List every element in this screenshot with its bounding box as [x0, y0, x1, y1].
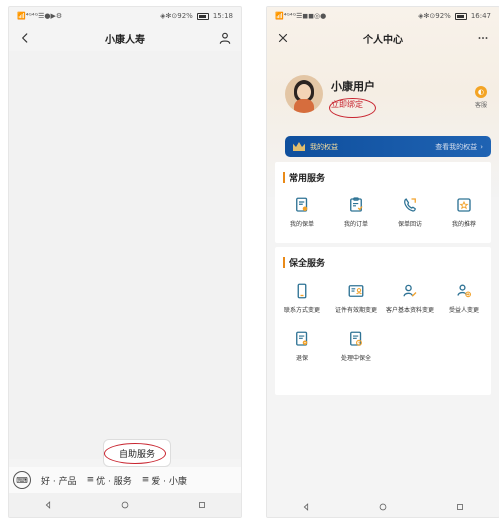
rights-title: 我的权益 [310, 142, 338, 151]
battery-icon [196, 12, 209, 20]
id-card-icon [347, 282, 365, 300]
home-circle-icon[interactable] [120, 500, 130, 510]
back-button[interactable] [18, 31, 32, 45]
chevron-right-icon: › [480, 142, 483, 151]
profile-name: 小康用户 [331, 80, 375, 93]
service-surrender[interactable]: 退保 [275, 330, 329, 362]
service-contact-change-label: 联系方式变更 [283, 307, 320, 314]
service-my-recommendation-label: 我的推荐 [451, 221, 476, 228]
rights-link[interactable]: 查看我的权益 [435, 142, 477, 152]
menu-separator-icon: ≡ [86, 475, 95, 485]
keyboard-icon[interactable]: ⌨ [13, 471, 31, 489]
avatar [285, 75, 323, 113]
service-profile-change[interactable]: 客户基本资料变更 [383, 282, 437, 314]
rights-card[interactable]: 我的权益 查看我的权益 › [285, 136, 491, 157]
menu-separator-icon: ≡ [141, 475, 150, 485]
security-services-section: 保全服务 联系方式变更 证件有效期变更 客户基本资料变更 受益人变更 退保 处理… [275, 247, 491, 395]
service-contact-change[interactable]: 联系方式变更 [275, 282, 329, 314]
square-icon[interactable] [197, 500, 207, 510]
service-id-validity-change-label: 证件有效期变更 [334, 307, 377, 314]
phone-callback-icon [401, 196, 419, 214]
close-icon [278, 33, 288, 43]
common-services-section: 常用服务 我的保单 我的订单 保单回访 我的推荐 [275, 162, 491, 243]
menu-products[interactable]: 好 · 产品 [41, 474, 77, 487]
customer-service-button[interactable]: ◐ 客服 [474, 86, 487, 109]
orders-icon [347, 196, 365, 214]
headset-icon: ◐ [474, 86, 487, 98]
bottom-menu: ⌨ 好 · 产品 ≡ 优 · 服务 ≡ 爱 · 小康 [9, 467, 241, 493]
back-icon [22, 33, 28, 43]
accent-bar [283, 172, 285, 183]
menu-love-label: 爱 · 小康 [151, 476, 187, 487]
more-button[interactable] [476, 31, 490, 45]
close-button[interactable] [276, 31, 290, 45]
status-time: 16:47 [470, 11, 491, 20]
service-my-policy-label: 我的保单 [289, 221, 314, 228]
webview-content [9, 51, 241, 459]
status-bar: 📶⁴ᴳ⁴ᴳ☰◼◼◎● ◈✻⊙92% 16:47 [267, 7, 499, 25]
title-bar: 小康人寿 [9, 25, 241, 51]
common-services-title: 常用服务 [283, 171, 325, 184]
system-nav-bar [9, 493, 241, 517]
service-my-orders-label: 我的订单 [343, 221, 368, 228]
user-edit-icon [401, 282, 419, 300]
customer-service-label: 客服 [474, 102, 487, 109]
bind-now-link[interactable]: 立即绑定 [331, 99, 375, 110]
self-service-button[interactable]: 自助服务 [103, 439, 171, 467]
service-my-recommendation[interactable]: 我的推荐 [437, 196, 491, 228]
battery-icon [454, 12, 467, 20]
security-services-title: 保全服务 [283, 256, 325, 269]
service-policy-revisit[interactable]: 保单回访 [383, 196, 437, 228]
service-my-orders[interactable]: 我的订单 [329, 196, 383, 228]
mobile-icon [293, 282, 311, 300]
policy-icon [293, 196, 311, 214]
service-beneficiary-change-label: 受益人变更 [448, 307, 479, 314]
service-policy-revisit-label: 保单回访 [397, 221, 422, 228]
beneficiary-icon [455, 282, 473, 300]
menu-products-label: 好 · 产品 [41, 476, 77, 487]
processing-icon [347, 330, 365, 348]
square-icon[interactable] [455, 502, 465, 512]
user-icon [219, 32, 231, 44]
common-services-title-text: 常用服务 [289, 174, 326, 184]
crown-icon [293, 142, 305, 151]
home-circle-icon[interactable] [378, 502, 388, 512]
back-triangle-icon[interactable] [301, 502, 311, 512]
left-phone: 📶⁴ᴳ⁴ᴳ☰●▶⚙ ◈✻⊙92% 15:18 小康人寿 自助服务 ⌨ 好 · 产… [8, 6, 242, 518]
profile-button[interactable] [218, 31, 232, 45]
menu-love[interactable]: ≡ 爱 · 小康 [142, 474, 187, 487]
service-processing-label: 处理中保全 [340, 355, 371, 363]
right-phone: 📶⁴ᴳ⁴ᴳ☰◼◼◎● ◈✻⊙92% 16:47 个人中心 小康用户 立即绑定 ◐… [266, 6, 499, 518]
menu-services-label: 优 · 服务 [96, 476, 132, 487]
surrender-icon [293, 330, 311, 348]
service-my-policy[interactable]: 我的保单 [275, 196, 329, 228]
page-title: 个人中心 [363, 34, 403, 46]
status-time: 15:18 [212, 11, 233, 20]
security-services-title-text: 保全服务 [289, 259, 326, 269]
service-beneficiary-change[interactable]: 受益人变更 [437, 282, 491, 314]
status-bar: 📶⁴ᴳ⁴ᴳ☰●▶⚙ ◈✻⊙92% 15:18 [9, 7, 241, 25]
service-id-validity-change[interactable]: 证件有效期变更 [329, 282, 383, 314]
back-triangle-icon[interactable] [43, 500, 53, 510]
more-icon [478, 37, 488, 39]
menu-services[interactable]: ≡ 优 · 服务 [87, 474, 132, 487]
status-right: ◈✻⊙92% [418, 11, 451, 20]
system-nav-bar [267, 497, 499, 517]
service-surrender-label: 退保 [295, 355, 308, 363]
recommend-icon [455, 196, 473, 214]
status-right: ◈✻⊙92% [160, 11, 193, 20]
profile-block: 小康用户 立即绑定 [285, 75, 375, 113]
status-left: 📶⁴ᴳ⁴ᴳ☰●▶⚙ [17, 11, 63, 20]
accent-bar [283, 257, 285, 268]
right-page: 📶⁴ᴳ⁴ᴳ☰◼◼◎● ◈✻⊙92% 16:47 个人中心 小康用户 立即绑定 ◐… [267, 7, 499, 517]
title-bar: 个人中心 [267, 25, 499, 51]
service-processing[interactable]: 处理中保全 [329, 330, 383, 362]
page-title: 小康人寿 [105, 34, 145, 46]
service-profile-change-label: 客户基本资料变更 [385, 307, 434, 314]
status-left: 📶⁴ᴳ⁴ᴳ☰◼◼◎● [275, 11, 327, 20]
